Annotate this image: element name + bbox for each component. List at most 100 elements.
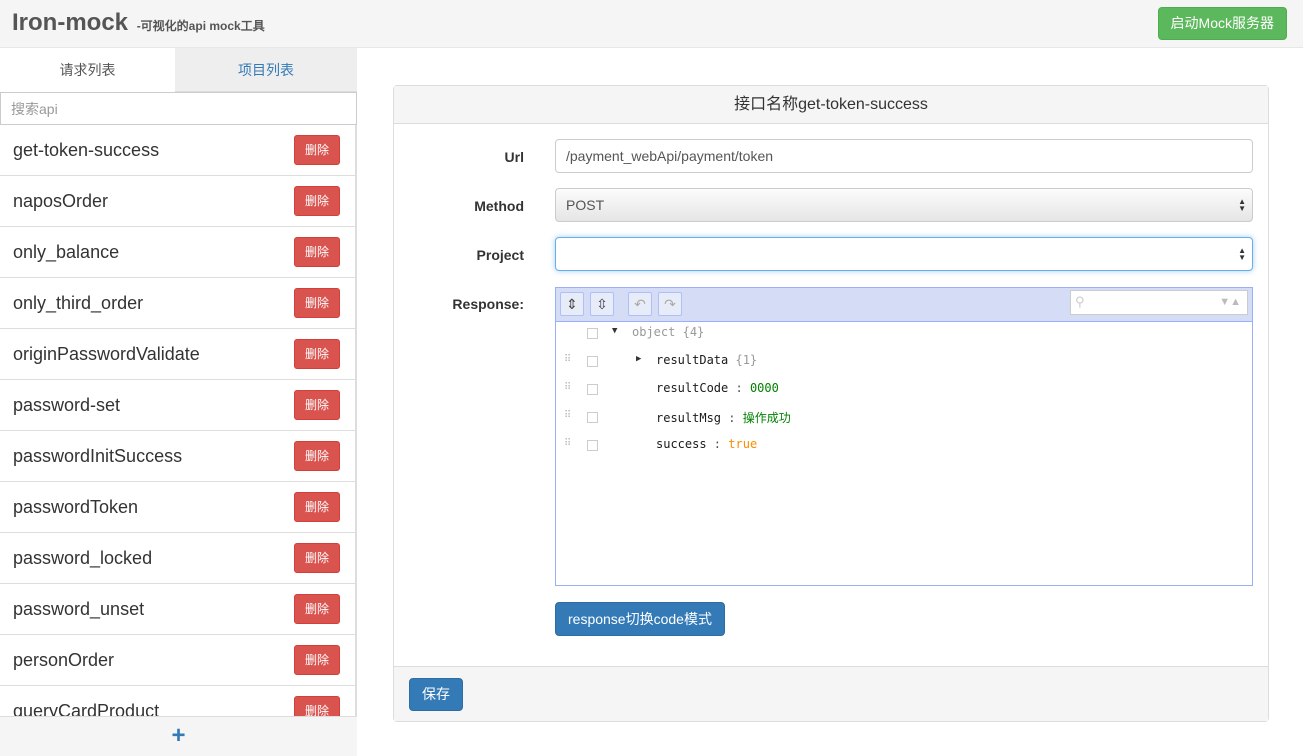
select-checkbox-icon[interactable] (587, 412, 598, 423)
panel-footer: 保存 (394, 666, 1268, 721)
url-input[interactable]: /payment_webApi/payment/token (555, 139, 1253, 173)
delete-button[interactable]: 删除 (294, 696, 340, 716)
json-value[interactable]: 0000 (750, 381, 779, 395)
expanded-toggle-icon[interactable]: ▼ (612, 326, 617, 336)
response-mode-toggle-button[interactable]: response切换code模式 (555, 602, 725, 636)
json-key: success (656, 437, 707, 451)
list-item[interactable]: passwordInitSuccess 删除 (0, 431, 356, 482)
json-editor[interactable]: ⇕ ⇳ ↶ ↷ ⚲ ▼▲ ▼ object {4} ⠿ ▶ resultData… (555, 287, 1253, 586)
sidebar-tabs: 请求列表 项目列表 (0, 48, 357, 92)
api-name: personOrder (13, 650, 115, 670)
json-row[interactable]: ⠿ resultCode : 0000 (556, 378, 1252, 400)
api-name: password-set (13, 395, 121, 415)
list-item[interactable]: password_locked 删除 (0, 533, 356, 584)
list-item[interactable]: get-token-success 删除 (0, 125, 356, 176)
method-value: POST (566, 197, 605, 213)
select-checkbox-icon[interactable] (587, 328, 598, 339)
list-item[interactable]: originPasswordValidate 删除 (0, 329, 356, 380)
brand: Iron-mock -可视化的api mock工具 (12, 9, 265, 37)
root-count: {4} (682, 325, 705, 339)
api-name: passwordInitSuccess (13, 446, 183, 466)
delete-button[interactable]: 删除 (294, 390, 340, 420)
delete-button[interactable]: 删除 (294, 594, 340, 624)
api-list: get-token-success 删除 naposOrder 删除 only_… (0, 125, 357, 716)
delete-button[interactable]: 删除 (294, 441, 340, 471)
select-checkbox-icon[interactable] (587, 384, 598, 395)
delete-button[interactable]: 删除 (294, 492, 340, 522)
api-name: naposOrder (13, 191, 109, 211)
json-value[interactable]: true (728, 437, 757, 451)
delete-button[interactable]: 删除 (294, 135, 340, 165)
list-item[interactable]: password_unset 删除 (0, 584, 356, 635)
collapse-all-icon[interactable]: ⇳ (590, 292, 614, 316)
api-name: queryCardProduct (13, 701, 160, 716)
list-item[interactable]: queryCardProduct 删除 (0, 686, 356, 716)
drag-handle-icon[interactable]: ⠿ (564, 410, 571, 421)
undo-icon[interactable]: ↶ (628, 292, 652, 316)
api-name: only_third_order (13, 293, 144, 313)
drag-handle-icon[interactable]: ⠿ (564, 382, 571, 393)
search-nav-icon[interactable]: ▼▲ (1219, 296, 1241, 308)
plus-icon[interactable]: + (171, 722, 185, 749)
json-colon: : (721, 411, 743, 425)
sidebar: 请求列表 项目列表 get-token-success 删除 naposOrde… (0, 48, 357, 756)
drag-handle-icon[interactable]: ⠿ (564, 438, 571, 449)
api-name: password_locked (13, 548, 153, 568)
delete-button[interactable]: 删除 (294, 237, 340, 267)
search-icon: ⚲ (1075, 294, 1085, 309)
list-item[interactable]: passwordToken 删除 (0, 482, 356, 533)
brand-subtitle: -可视化的api mock工具 (136, 19, 265, 33)
json-editor-toolbar: ⇕ ⇳ ↶ ↷ ⚲ ▼▲ (556, 288, 1252, 322)
tab-request-list[interactable]: 请求列表 (0, 48, 175, 92)
json-row[interactable]: ⠿ ▶ resultData {1} (556, 350, 1252, 372)
root-type: object (632, 325, 676, 339)
json-key: resultMsg (656, 411, 722, 425)
json-row-root[interactable]: ▼ object {4} (556, 322, 1252, 344)
json-search-input[interactable]: ⚲ ▼▲ (1070, 290, 1248, 315)
select-checkbox-icon[interactable] (587, 440, 598, 451)
delete-button[interactable]: 删除 (294, 288, 340, 318)
add-api-bar[interactable]: + (0, 716, 357, 756)
delete-button[interactable]: 删除 (294, 186, 340, 216)
select-checkbox-icon[interactable] (587, 356, 598, 367)
expand-all-icon[interactable]: ⇕ (560, 292, 584, 316)
list-item[interactable]: personOrder 删除 (0, 635, 356, 686)
tab-project-list[interactable]: 项目列表 (175, 48, 357, 92)
drag-handle-icon[interactable]: ⠿ (564, 354, 571, 365)
select-arrows-icon: ▲ ▼ (1238, 197, 1246, 213)
json-count: {1} (735, 353, 758, 367)
json-row[interactable]: ⠿ resultMsg : 操作成功 (556, 406, 1252, 428)
list-item[interactable]: only_balance 删除 (0, 227, 356, 278)
json-key: resultCode (656, 381, 729, 395)
project-select[interactable]: ▲ ▼ (555, 237, 1253, 271)
list-item[interactable]: password-set 删除 (0, 380, 356, 431)
redo-icon[interactable]: ↷ (658, 292, 682, 316)
project-label: Project (476, 247, 524, 263)
app-header: Iron-mock -可视化的api mock工具 启动Mock服务器 (0, 0, 1303, 48)
collapsed-toggle-icon[interactable]: ▶ (636, 354, 641, 364)
method-select[interactable]: POST ▲ ▼ (555, 188, 1253, 222)
api-name: originPasswordValidate (13, 344, 200, 364)
delete-button[interactable]: 删除 (294, 543, 340, 573)
api-name: passwordToken (13, 497, 139, 517)
json-value[interactable]: 操作成功 (743, 411, 791, 425)
panel-title: 接口名称get-token-success (394, 86, 1268, 124)
api-detail-panel: 接口名称get-token-success Url /payment_webAp… (393, 85, 1269, 722)
json-colon: : (706, 437, 729, 451)
api-name: only_balance (13, 242, 120, 262)
method-label: Method (474, 198, 524, 214)
select-arrows-icon: ▲ ▼ (1238, 246, 1246, 262)
save-button[interactable]: 保存 (409, 678, 463, 711)
url-label: Url (504, 149, 524, 165)
api-name: get-token-success (13, 140, 160, 160)
api-search-input[interactable] (0, 92, 357, 125)
delete-button[interactable]: 删除 (294, 645, 340, 675)
json-row[interactable]: ⠿ success : true (556, 434, 1252, 456)
start-mock-server-button[interactable]: 启动Mock服务器 (1157, 7, 1287, 40)
api-name: password_unset (13, 599, 145, 619)
response-label: Response: (452, 296, 524, 312)
list-item[interactable]: naposOrder 删除 (0, 176, 356, 227)
list-item[interactable]: only_third_order 删除 (0, 278, 356, 329)
delete-button[interactable]: 删除 (294, 339, 340, 369)
json-key: resultData (656, 353, 729, 367)
